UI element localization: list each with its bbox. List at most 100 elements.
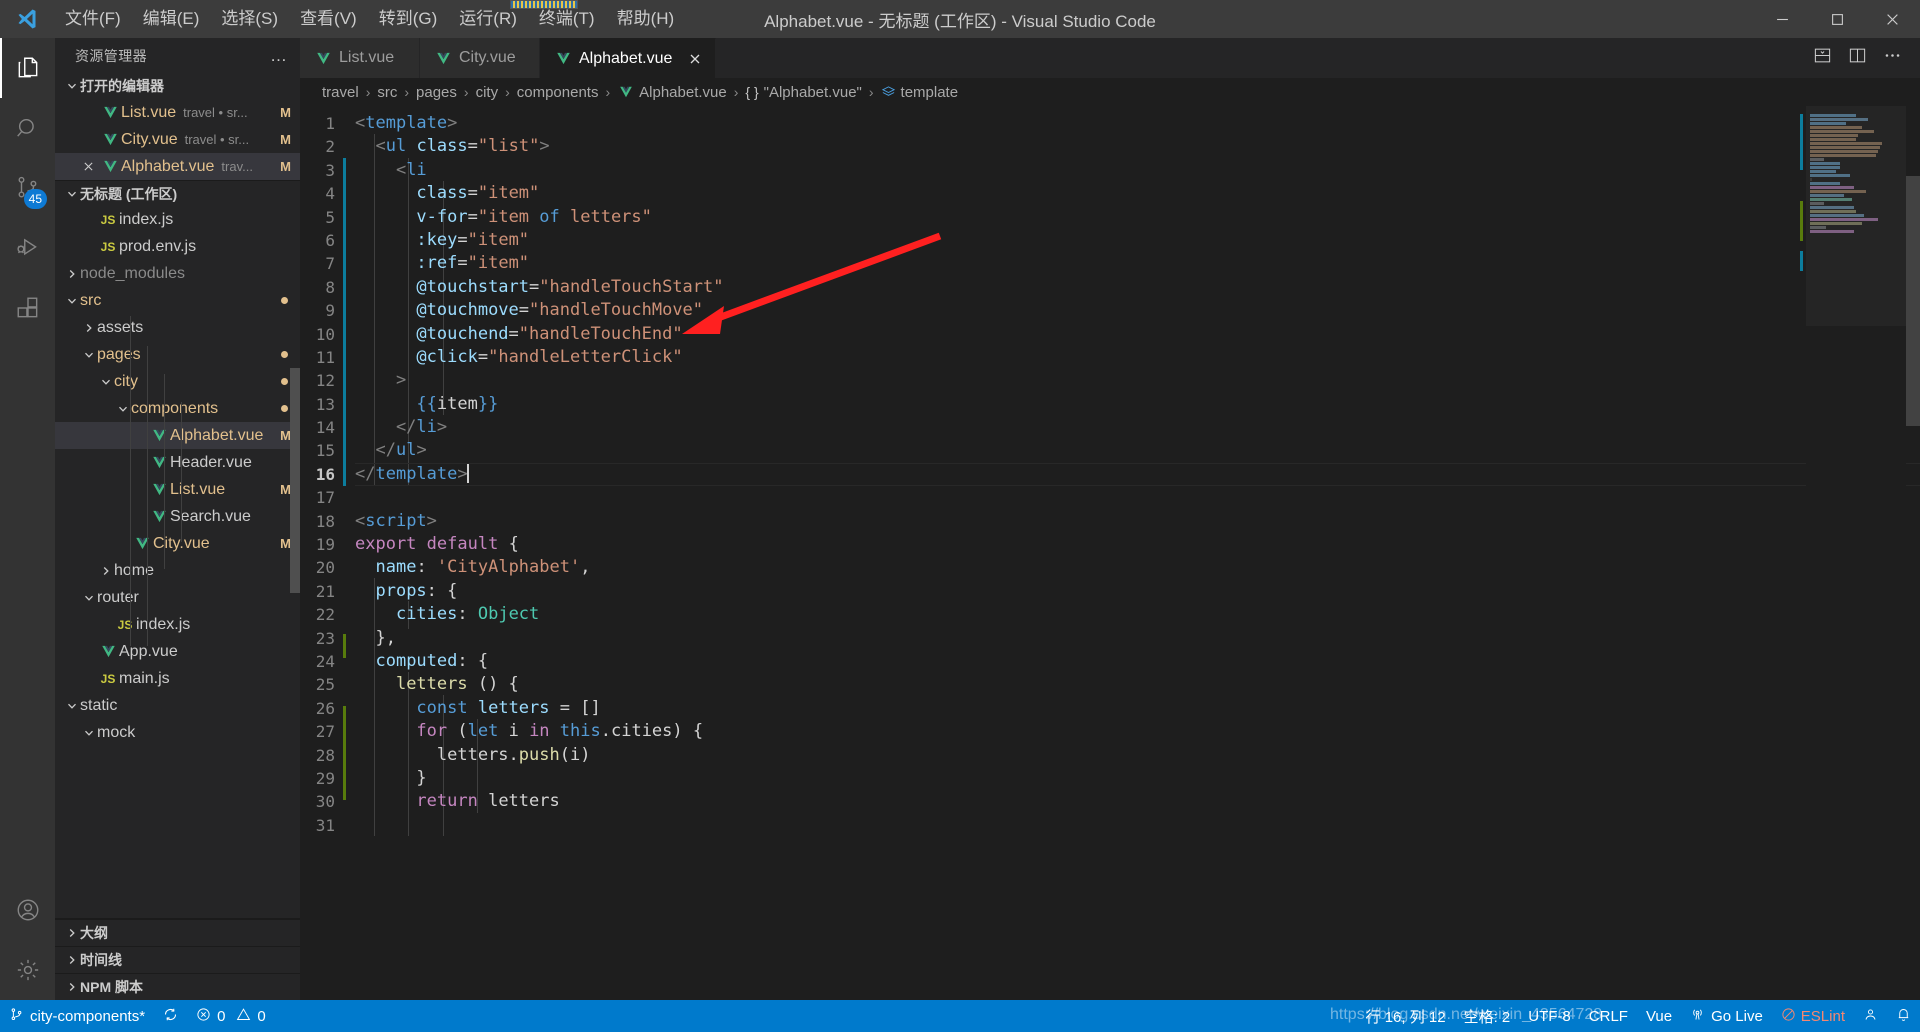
file-tree[interactable]: JS index.js JS prod.env.js node_modules src as… bbox=[55, 206, 300, 918]
split-editor-right-icon[interactable] bbox=[1848, 46, 1867, 70]
open-editor-list-vue[interactable]: List.vue travel • sr... M bbox=[55, 99, 300, 126]
menu-view[interactable]: 查看(V) bbox=[289, 0, 368, 38]
tree-item-mock[interactable]: mock bbox=[55, 719, 300, 746]
code-line[interactable]: <li bbox=[355, 159, 1920, 182]
status-language-mode[interactable]: Vue bbox=[1637, 1000, 1681, 1032]
menu-file[interactable]: 文件(F) bbox=[54, 0, 132, 38]
status-account[interactable] bbox=[1854, 1000, 1887, 1032]
close-icon[interactable] bbox=[689, 53, 701, 65]
tree-item-router[interactable]: router bbox=[55, 584, 300, 611]
tree-item-pages[interactable]: pages bbox=[55, 341, 300, 368]
tree-item-index-js[interactable]: JS index.js bbox=[55, 611, 300, 638]
tab-city-vue[interactable]: City.vue bbox=[420, 38, 540, 78]
breadcrumb-item-city[interactable]: city bbox=[476, 84, 499, 101]
code-line[interactable]: <template> bbox=[355, 112, 1920, 135]
status-encoding[interactable]: UTF-8 bbox=[1519, 1000, 1580, 1032]
close-icon[interactable] bbox=[77, 161, 99, 172]
close-icon[interactable] bbox=[1865, 0, 1920, 38]
status-go-live[interactable]: Go Live bbox=[1681, 1000, 1772, 1032]
status-bar-right[interactable]: 行 16, 列 12 空格: 2 UTF-8 CRLF Vue Go Live … bbox=[1357, 1000, 1920, 1032]
code-line[interactable]: return letters bbox=[355, 790, 1920, 813]
code-line[interactable]: } bbox=[355, 767, 1920, 790]
breadcrumb-item-template[interactable]: template bbox=[881, 84, 958, 101]
sidebar-panel-npm-scripts[interactable]: NPM 脚本 bbox=[55, 973, 300, 1000]
open-editor-city-vue[interactable]: City.vue travel • sr... M bbox=[55, 126, 300, 153]
code-line[interactable]: </li> bbox=[355, 416, 1920, 439]
code-line[interactable]: > bbox=[355, 369, 1920, 392]
tree-item-components[interactable]: components bbox=[55, 395, 300, 422]
breadcrumb-item-travel[interactable]: travel bbox=[322, 84, 359, 101]
code-line[interactable]: <ul class="list"> bbox=[355, 135, 1920, 158]
activity-bar[interactable]: 45 bbox=[0, 38, 55, 1000]
editor-scrollbar[interactable] bbox=[1906, 106, 1920, 1000]
tree-item-city-vue[interactable]: City.vue M bbox=[55, 530, 300, 557]
extensions-icon[interactable] bbox=[0, 278, 55, 338]
section-workspace[interactable]: 无标题 (工作区) bbox=[55, 180, 300, 206]
tab-alphabet-vue[interactable]: Alphabet.vue bbox=[540, 38, 717, 78]
code-line[interactable] bbox=[355, 486, 1920, 509]
maximize-icon[interactable] bbox=[1810, 0, 1865, 38]
code-line[interactable]: v-for="item of letters" bbox=[355, 206, 1920, 229]
tree-item-alphabet-vue[interactable]: Alphabet.vue M bbox=[55, 422, 300, 449]
settings-gear-icon[interactable] bbox=[0, 940, 55, 1000]
run-debug-icon[interactable] bbox=[0, 218, 55, 278]
breadcrumb-item-components[interactable]: components bbox=[517, 84, 599, 101]
code-line[interactable]: letters () { bbox=[355, 673, 1920, 696]
code-line[interactable]: </template> bbox=[355, 462, 1920, 487]
tab-list-vue[interactable]: List.vue bbox=[300, 38, 420, 78]
code-line[interactable]: @touchmove="handleTouchMove" bbox=[355, 299, 1920, 322]
sidebar-scrollbar[interactable] bbox=[290, 368, 300, 593]
code-line[interactable]: :ref="item" bbox=[355, 252, 1920, 275]
split-editor-down-icon[interactable] bbox=[1813, 46, 1832, 70]
editor-scrollbar-thumb[interactable] bbox=[1906, 176, 1920, 426]
code-line[interactable]: letters.push(i) bbox=[355, 744, 1920, 767]
code-line[interactable]: :key="item" bbox=[355, 229, 1920, 252]
code-line[interactable]: @click="handleLetterClick" bbox=[355, 346, 1920, 369]
code-content[interactable]: <template> <ul class="list"> <li class="… bbox=[343, 106, 1920, 1000]
menu-edit[interactable]: 编辑(E) bbox=[132, 0, 211, 38]
tree-item-node-modules[interactable]: node_modules bbox=[55, 260, 300, 287]
minimize-icon[interactable] bbox=[1755, 0, 1810, 38]
menu-help[interactable]: 帮助(H) bbox=[606, 0, 686, 38]
breadcrumb-item-pages[interactable]: pages bbox=[416, 84, 457, 101]
sidebar-panel-timeline[interactable]: 时间线 bbox=[55, 946, 300, 973]
tree-item-main-js[interactable]: JS main.js bbox=[55, 665, 300, 692]
sidebar-more-actions-icon[interactable]: … bbox=[270, 46, 288, 66]
breadcrumb-item-alphabet.vue[interactable]: Alphabet.vue bbox=[617, 84, 727, 101]
tree-item-index-js[interactable]: JS index.js bbox=[55, 206, 300, 233]
menu-go[interactable]: 转到(G) bbox=[368, 0, 449, 38]
status-notifications[interactable] bbox=[1887, 1000, 1920, 1032]
breadcrumb-item-src[interactable]: src bbox=[377, 84, 397, 101]
tree-item-header-vue[interactable]: Header.vue bbox=[55, 449, 300, 476]
code-line[interactable]: {{item}} bbox=[355, 393, 1920, 416]
menu-bar[interactable]: 文件(F) 编辑(E) 选择(S) 查看(V) 转到(G) 运行(R) 终端(T… bbox=[54, 0, 685, 38]
code-line[interactable]: }, bbox=[355, 627, 1920, 650]
tree-item-assets[interactable]: assets bbox=[55, 314, 300, 341]
code-line[interactable]: @touchend="handleTouchEnd" bbox=[355, 323, 1920, 346]
status-indentation[interactable]: 空格: 2 bbox=[1455, 1000, 1520, 1032]
code-line[interactable]: for (let i in this.cities) { bbox=[355, 720, 1920, 743]
status-eslint[interactable]: ESLint bbox=[1772, 1000, 1854, 1032]
tree-item-static[interactable]: static bbox=[55, 692, 300, 719]
editor-tabs[interactable]: List.vue City.vue Alphabet.vue bbox=[300, 38, 1920, 78]
tree-item-list-vue[interactable]: List.vue M bbox=[55, 476, 300, 503]
code-editor[interactable]: 1 2 3 4 5 6 7 8 9 10 11 12 13 14 15 16 17 18 19 20 21 22 23 24 2… bbox=[300, 106, 1920, 1000]
menu-selection[interactable]: 选择(S) bbox=[210, 0, 289, 38]
status-bar[interactable]: city-components* 0 0 行 16, 列 12 空格: 2 UT… bbox=[0, 1000, 1920, 1032]
tree-item-search-vue[interactable]: Search.vue bbox=[55, 503, 300, 530]
breadcrumb[interactable]: travel › src › pages › city › components › Alphabe… bbox=[300, 78, 1920, 106]
explorer-icon[interactable] bbox=[0, 38, 55, 98]
code-line[interactable] bbox=[355, 814, 1920, 837]
code-line[interactable]: @touchstart="handleTouchStart" bbox=[355, 276, 1920, 299]
code-line[interactable]: name: 'CityAlphabet', bbox=[355, 556, 1920, 579]
tree-item-app-vue[interactable]: App.vue bbox=[55, 638, 300, 665]
tree-item-home[interactable]: home bbox=[55, 557, 300, 584]
tree-item-prod-env-js[interactable]: JS prod.env.js bbox=[55, 233, 300, 260]
code-line[interactable]: <script> bbox=[355, 510, 1920, 533]
source-control-icon[interactable]: 45 bbox=[0, 158, 55, 218]
code-line[interactable]: computed: { bbox=[355, 650, 1920, 673]
code-line[interactable]: export default { bbox=[355, 533, 1920, 556]
code-line[interactable]: class="item" bbox=[355, 182, 1920, 205]
more-actions-icon[interactable] bbox=[1883, 46, 1902, 70]
code-line[interactable]: const letters = [] bbox=[355, 697, 1920, 720]
